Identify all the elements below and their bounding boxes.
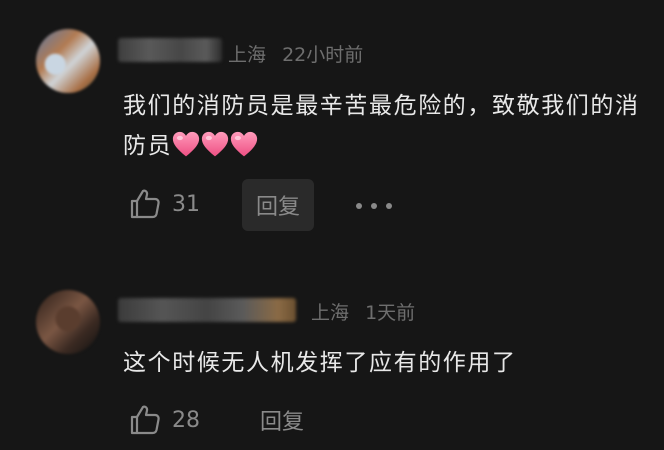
- username-blurred[interactable]: [118, 38, 222, 62]
- comment-item: 上海 22小时前 我们的消防员是最辛苦最危险的，致敬我们的消防员 31 回复: [0, 0, 664, 260]
- comment-location: 上海: [228, 44, 267, 66]
- thumbs-up-icon: [130, 405, 160, 435]
- comment-item: 上海 1天前 这个时候无人机发挥了应有的作用了 28 回复: [0, 260, 664, 450]
- reply-button[interactable]: 回复: [246, 400, 318, 440]
- like-count: 31: [172, 191, 200, 217]
- reply-button[interactable]: 回复: [242, 179, 314, 231]
- comment-time: 1天前: [365, 302, 416, 324]
- like-button[interactable]: 31: [128, 184, 200, 224]
- comment-text: 我们的消防员是最辛苦最危险的，致敬我们的消防员: [123, 86, 640, 167]
- comment-location: 上海: [311, 302, 350, 324]
- like-button[interactable]: 28: [128, 400, 200, 440]
- comment-meta: 上海 1天前: [311, 298, 415, 325]
- comment-time: 22小时前: [282, 44, 364, 66]
- avatar[interactable]: [36, 29, 100, 93]
- comment-text: 这个时候无人机发挥了应有的作用了: [123, 343, 640, 383]
- heart-icon: [231, 131, 258, 156]
- like-count: 28: [172, 407, 200, 433]
- username-blurred[interactable]: [118, 298, 296, 322]
- comment-meta: 上海 22小时前: [228, 40, 363, 67]
- heart-emoji-group: [172, 127, 259, 167]
- more-dots-icon[interactable]: [356, 196, 392, 216]
- comment-body: 这个时候无人机发挥了应有的作用了: [123, 350, 517, 376]
- heart-icon: [202, 131, 229, 156]
- thumbs-up-icon: [130, 189, 160, 219]
- heart-icon: [173, 131, 200, 156]
- avatar[interactable]: [36, 290, 100, 354]
